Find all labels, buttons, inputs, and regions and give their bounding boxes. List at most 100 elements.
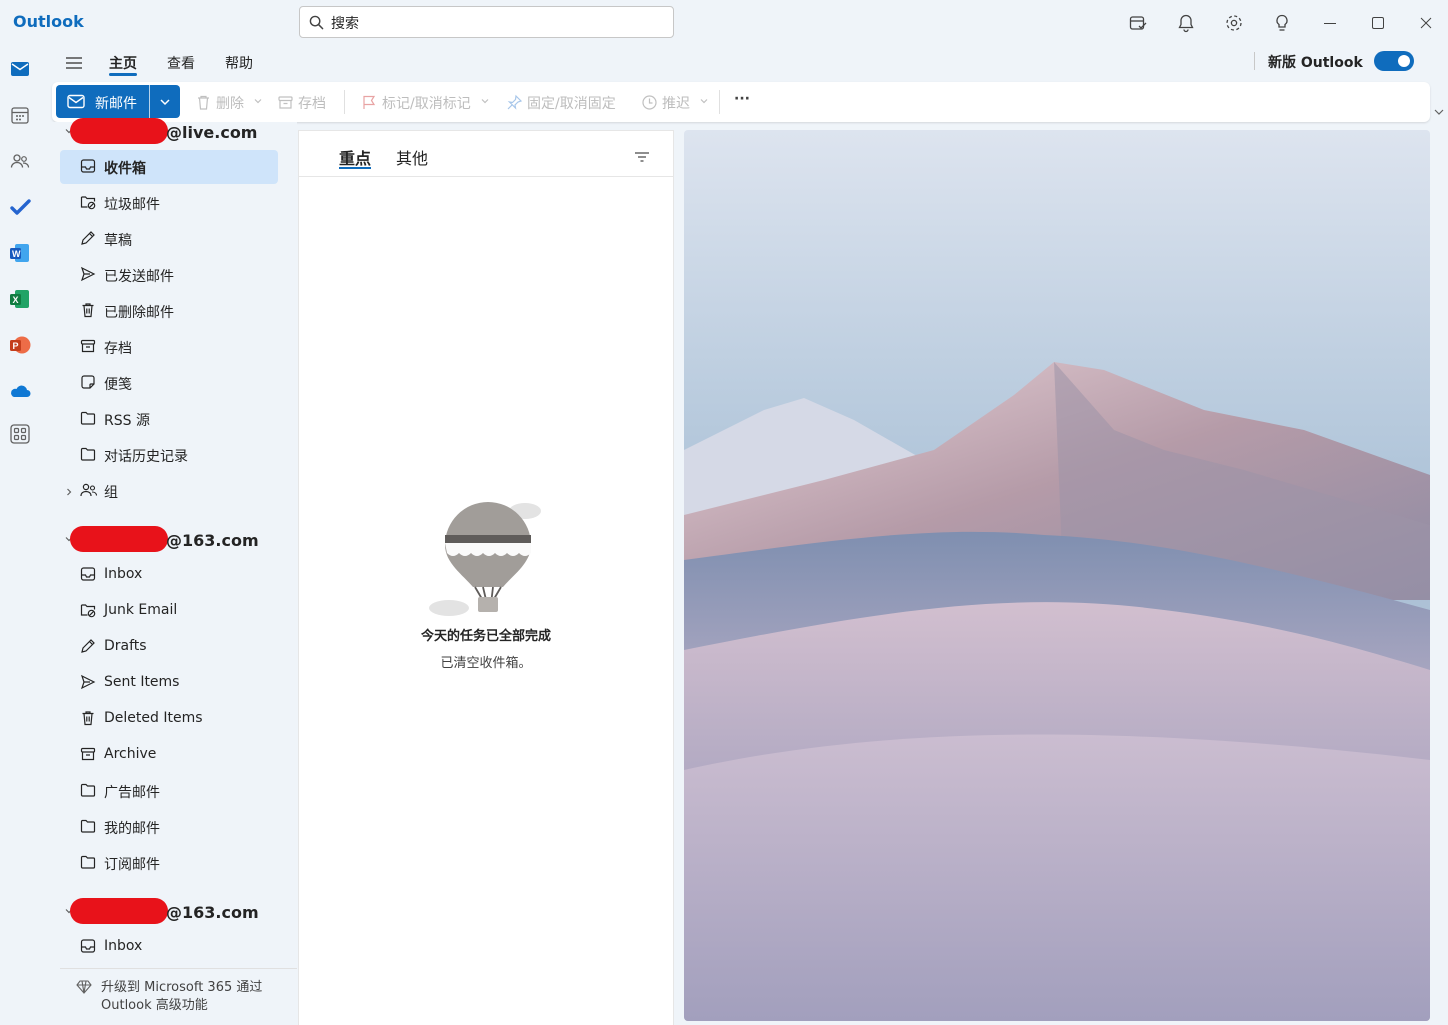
folder-label: 已删除邮件: [104, 305, 174, 321]
people-icon[interactable]: [9, 150, 31, 172]
onedrive-icon[interactable]: [9, 380, 31, 402]
folder-icon: [80, 818, 96, 834]
hamburger-menu-icon[interactable]: [64, 54, 84, 72]
tab-view[interactable]: 查看: [167, 53, 195, 73]
new-outlook-toggle[interactable]: [1374, 51, 1414, 71]
close-icon[interactable]: [1416, 13, 1436, 33]
folder-inbox[interactable]: Inbox: [60, 558, 278, 592]
folder-archive[interactable]: 存档: [60, 330, 278, 364]
clock-icon: [641, 94, 662, 112]
pin-button[interactable]: 固定/取消固定: [506, 93, 616, 113]
tab-help[interactable]: 帮助: [225, 53, 253, 73]
more-options-button[interactable]: ···: [734, 91, 750, 107]
new-mail-button[interactable]: 新邮件: [56, 85, 180, 118]
folder-conversation-history[interactable]: 对话历史记录: [60, 438, 278, 472]
folder-subscriptions[interactable]: 订阅邮件: [60, 846, 278, 880]
snooze-label: 推迟: [662, 96, 690, 112]
archive-button[interactable]: 存档: [277, 93, 326, 113]
folder-deleted[interactable]: 已删除邮件: [60, 294, 278, 328]
flag-button[interactable]: 标记/取消标记: [361, 93, 471, 113]
delete-label: 删除: [216, 96, 244, 112]
folder-ads[interactable]: 广告邮件: [60, 774, 278, 808]
inbox-icon: [80, 566, 96, 582]
delete-button[interactable]: 删除: [195, 93, 244, 113]
folder-label: 存档: [104, 341, 132, 357]
folder-junk[interactable]: Junk Email: [60, 594, 278, 628]
apps-icon[interactable]: [9, 423, 31, 445]
folder-groups[interactable]: 组: [60, 474, 278, 508]
folder-drafts[interactable]: 草稿: [60, 222, 278, 256]
calendar-icon[interactable]: [9, 104, 31, 126]
toolbar-divider: [719, 90, 720, 114]
folder-my-mail[interactable]: 我的邮件: [60, 810, 278, 844]
account-header[interactable]: @163.com: [70, 898, 259, 924]
pin-label: 固定/取消固定: [527, 96, 616, 112]
chevron-down-icon[interactable]: [253, 96, 263, 106]
tab-active-indicator: [109, 73, 137, 76]
folder-rss[interactable]: RSS 源: [60, 402, 278, 436]
upgrade-banner[interactable]: 升级到 Microsoft 365 通过 Outlook 高级功能: [60, 968, 297, 1025]
app-title: Outlook: [13, 12, 84, 31]
account-email: @163.com: [166, 903, 259, 922]
folder-label: 广告邮件: [104, 785, 160, 801]
folder-label: Archive: [104, 746, 157, 762]
word-icon[interactable]: W: [9, 242, 31, 264]
my-day-icon[interactable]: [1128, 13, 1148, 33]
tab-home[interactable]: 主页: [109, 53, 137, 73]
folder-sent[interactable]: 已发送邮件: [60, 258, 278, 292]
account-header[interactable]: @163.com: [70, 526, 259, 552]
folder-inbox[interactable]: Inbox: [60, 930, 278, 964]
folder-icon: [80, 782, 96, 798]
tab-other[interactable]: 其他: [396, 145, 428, 169]
trash-icon: [195, 94, 216, 112]
divider: [299, 176, 673, 177]
todo-icon[interactable]: [9, 196, 31, 218]
folder-label: 便笺: [104, 377, 132, 393]
folder-icon: [80, 446, 96, 462]
app-rail: [0, 46, 40, 1025]
maximize-icon[interactable]: [1368, 13, 1388, 33]
chevron-down-icon[interactable]: [699, 96, 709, 106]
inbox-icon: [80, 938, 96, 954]
search-box[interactable]: 搜索: [299, 6, 674, 38]
send-icon: [80, 266, 96, 282]
folder-sent[interactable]: Sent Items: [60, 666, 278, 700]
powerpoint-icon[interactable]: P: [9, 334, 31, 356]
redaction-mark: [70, 898, 168, 924]
empty-state-title: 今天的任务已全部完成: [420, 629, 551, 644]
new-mail-label: 新邮件: [95, 96, 137, 112]
gear-icon[interactable]: [1224, 13, 1244, 33]
minimize-icon[interactable]: [1320, 13, 1340, 33]
folder-label: Drafts: [104, 638, 147, 654]
mail-icon[interactable]: [9, 58, 31, 80]
search-icon: [309, 15, 324, 30]
folder-label: Junk Email: [104, 602, 178, 618]
account-email: @live.com: [166, 123, 258, 142]
bell-icon[interactable]: [1176, 13, 1196, 33]
folder-junk[interactable]: 垃圾邮件: [60, 186, 278, 220]
lightbulb-icon[interactable]: [1272, 13, 1292, 33]
folder-deleted[interactable]: Deleted Items: [60, 702, 278, 736]
expand-ribbon-icon[interactable]: [1433, 106, 1445, 118]
folder-drafts[interactable]: Drafts: [60, 630, 278, 664]
tab-focused[interactable]: 重点: [339, 145, 371, 169]
redaction-mark: [70, 526, 168, 552]
folder-label: 组: [104, 485, 118, 501]
tab-active-indicator: [339, 167, 371, 169]
snooze-button[interactable]: 推迟: [641, 93, 690, 113]
folder-notes[interactable]: 便笺: [60, 366, 278, 400]
account-header[interactable]: @live.com: [70, 118, 257, 144]
search-placeholder: 搜索: [331, 16, 359, 32]
archive-label: 存档: [298, 96, 326, 112]
chevron-down-icon[interactable]: [480, 96, 490, 106]
account-email: @163.com: [166, 531, 259, 550]
filter-icon[interactable]: [634, 150, 650, 164]
folder-inbox[interactable]: 收件箱: [60, 150, 278, 184]
folder-icon: [80, 410, 96, 426]
drafts-icon: [80, 230, 96, 246]
archive-icon: [80, 746, 96, 762]
chevron-down-icon[interactable]: [158, 95, 172, 109]
reading-pane-background: [684, 130, 1430, 1021]
folder-archive[interactable]: Archive: [60, 738, 278, 772]
excel-icon[interactable]: X: [9, 288, 31, 310]
